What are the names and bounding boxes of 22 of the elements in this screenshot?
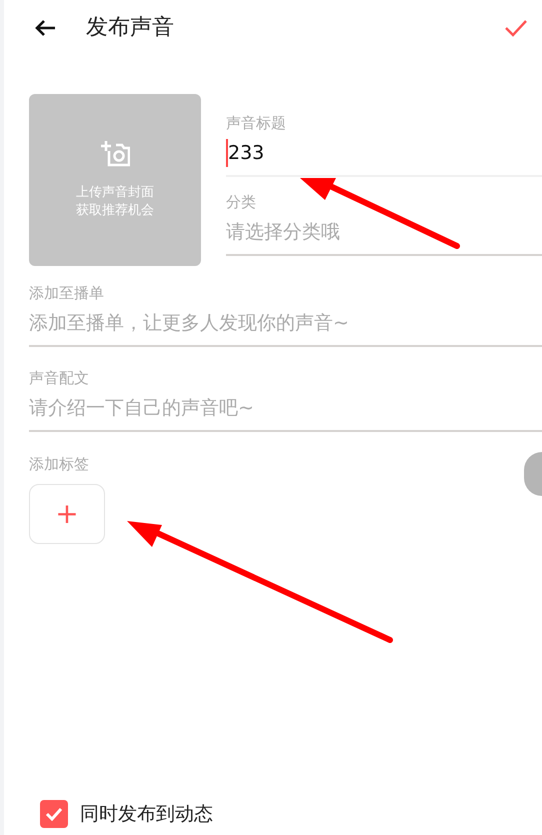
input-field[interactable]: 请介绍一下自己的声音吧~	[29, 394, 542, 422]
cover-caption: 上传声音封面	[76, 184, 154, 202]
checkbox-label: 同时发布到动态	[80, 802, 213, 827]
camera-icon	[100, 140, 130, 168]
floating-button[interactable]	[524, 452, 542, 496]
input-field[interactable]: 请选择分类哦	[226, 218, 542, 246]
check-icon	[45, 807, 63, 822]
field-label: 声音配文	[29, 368, 90, 389]
page-title: 发布声音	[86, 14, 174, 42]
input-field[interactable]: 233	[228, 138, 542, 167]
field-label: 添加至播单	[29, 283, 105, 304]
back-icon[interactable]	[34, 18, 56, 36]
section-label: 添加标签	[29, 454, 89, 475]
input-field[interactable]: 添加至播单，让更多人发现你的声音~	[29, 308, 542, 337]
checkbox[interactable]	[40, 800, 68, 828]
upload-cover-button[interactable]: 上传声音封面 获取推荐机会	[29, 94, 201, 266]
field-label: 分类	[226, 192, 257, 213]
text-cursor	[226, 138, 228, 167]
add-tag-button[interactable]: +	[29, 484, 105, 544]
check-icon[interactable]	[504, 18, 528, 36]
field-label: 声音标题	[226, 113, 287, 134]
cover-caption: 获取推荐机会	[76, 202, 154, 220]
